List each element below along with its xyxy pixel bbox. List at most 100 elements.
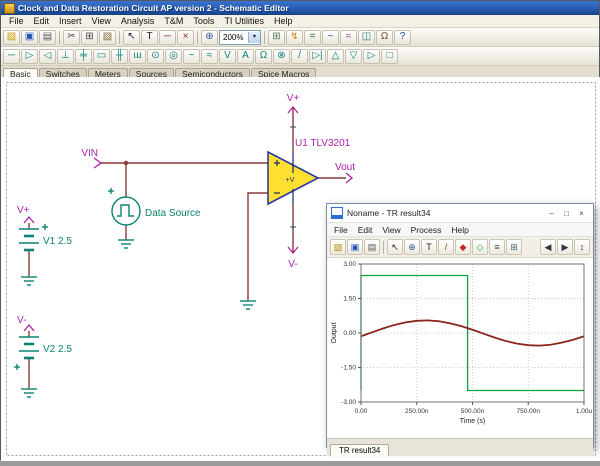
dc-analysis-icon[interactable]: = — [304, 30, 321, 45]
result-window-icon — [331, 207, 343, 219]
menu-help[interactable]: Help — [269, 16, 298, 26]
result-menu-process[interactable]: Process — [406, 225, 447, 235]
current-generator-icon[interactable]: ≈ — [201, 49, 218, 64]
menu-insert[interactable]: Insert — [54, 16, 87, 26]
grid-toggle-icon[interactable]: ⊞ — [268, 30, 285, 45]
oscilloscope-icon[interactable]: ◫ — [358, 30, 375, 45]
transient-analysis-icon[interactable]: ≈ — [340, 30, 357, 45]
ground-v2[interactable] — [21, 389, 37, 397]
text-tool-icon[interactable]: T — [141, 30, 158, 45]
zoom-level-combo[interactable]: 200%▼ — [219, 30, 261, 45]
pen-icon[interactable]: / — [438, 239, 454, 255]
resistor-icon[interactable]: ▭ — [93, 49, 110, 64]
result-tab-strip: TR result34 — [327, 438, 593, 456]
copy-icon[interactable]: ⊞ — [81, 30, 98, 45]
maximize-button[interactable]: □ — [559, 207, 574, 220]
main-toolbar: ▨▣▤✂⊞▧↖T─×⊕200%▼⊞↯=~≈◫Ω? — [1, 28, 599, 47]
menu-ti-utilities[interactable]: TI Utilities — [219, 16, 269, 26]
minimize-button[interactable]: – — [544, 207, 559, 220]
toolbar-separator — [383, 241, 384, 254]
result-window[interactable]: Noname - TR result34 –□× FileEditViewPro… — [326, 203, 594, 448]
ground-v1[interactable] — [21, 277, 37, 285]
transistor-npn-icon[interactable]: △ — [327, 49, 344, 64]
close-button[interactable]: × — [574, 207, 589, 220]
app-icon — [4, 3, 15, 14]
text-icon[interactable]: T — [421, 239, 437, 255]
vplus-rail-label: V+ — [287, 93, 300, 104]
prev-page-icon[interactable]: ◀ — [540, 239, 556, 255]
macro-icon[interactable]: □ — [381, 49, 398, 64]
lamp-icon[interactable]: ⊗ — [273, 49, 290, 64]
wires[interactable] — [29, 107, 346, 389]
legend-icon[interactable]: ≡ — [489, 239, 505, 255]
result-menu-view[interactable]: View — [377, 225, 405, 235]
title-bar[interactable]: Clock and Data Restoration Circuit AP ve… — [1, 1, 599, 15]
wire-tool-icon[interactable]: ─ — [159, 30, 176, 45]
transistor-pnp-icon[interactable]: ▽ — [345, 49, 362, 64]
print-icon[interactable]: ▤ — [364, 239, 380, 255]
vminus-rail-label: V- — [288, 259, 297, 270]
result-tab[interactable]: TR result34 — [330, 444, 389, 456]
save-file-icon[interactable]: ▣ — [21, 30, 38, 45]
menu-t-m[interactable]: T&M — [159, 16, 188, 26]
ac-analysis-icon[interactable]: ~ — [322, 30, 339, 45]
paste-icon[interactable]: ▧ — [99, 30, 116, 45]
cut-icon[interactable]: ✂ — [63, 30, 80, 45]
menu-tools[interactable]: Tools — [188, 16, 219, 26]
ground-icon[interactable]: ⊥ — [57, 49, 74, 64]
open-file-icon[interactable]: ▨ — [3, 30, 20, 45]
ground-opamp[interactable] — [240, 301, 256, 309]
save-icon[interactable]: ▣ — [347, 239, 363, 255]
chevron-down-icon[interactable]: ▼ — [248, 32, 260, 43]
current-source-icon[interactable]: ◎ — [165, 49, 182, 64]
wire-icon[interactable]: ─ — [3, 49, 20, 64]
vin-port[interactable]: VIN — [81, 148, 101, 168]
zoom-in-icon[interactable]: ⊕ — [201, 30, 218, 45]
v2-rail-label: V- — [17, 315, 26, 326]
cursor-b-icon[interactable]: ◇ — [472, 239, 488, 255]
axes-icon[interactable]: ⊞ — [506, 239, 522, 255]
vout-port[interactable]: Vout — [335, 162, 355, 183]
voltage-generator-icon[interactable]: ~ — [183, 49, 200, 64]
menu-analysis[interactable]: Analysis — [116, 16, 160, 26]
menu-edit[interactable]: Edit — [29, 16, 55, 26]
cursor-icon[interactable]: ↖ — [387, 239, 403, 255]
help-icon[interactable]: ? — [394, 30, 411, 45]
input-port-icon[interactable]: ▷ — [21, 49, 38, 64]
data-source[interactable]: Data Source — [108, 188, 201, 225]
menu-file[interactable]: File — [4, 16, 29, 26]
next-page-icon[interactable]: ▶ — [557, 239, 573, 255]
voltmeter-icon[interactable]: V — [219, 49, 236, 64]
switch-icon[interactable]: / — [291, 49, 308, 64]
select-mode-icon[interactable]: ↖ — [123, 30, 140, 45]
transient-chart: 3.001.500.00-1.50-3.000.00250.00n500.00n… — [327, 258, 593, 433]
opamp-power-label: +V — [286, 177, 295, 184]
battery-v2[interactable]: V- V2 2.5 — [14, 315, 72, 370]
interactive-mode-icon[interactable]: ↯ — [286, 30, 303, 45]
capacitor-icon[interactable]: ╫ — [111, 49, 128, 64]
inductor-icon[interactable]: ɯ — [129, 49, 146, 64]
print-icon[interactable]: ▤ — [39, 30, 56, 45]
export-icon[interactable]: ▨ — [330, 239, 346, 255]
result-menu-file[interactable]: File — [329, 225, 353, 235]
multimeter-icon[interactable]: Ω — [376, 30, 393, 45]
result-title-bar[interactable]: Noname - TR result34 –□× — [327, 204, 593, 223]
diode-icon[interactable]: ▷| — [309, 49, 326, 64]
cursor-a-icon[interactable]: ◆ — [455, 239, 471, 255]
delete-tool-icon[interactable]: × — [177, 30, 194, 45]
battery-icon[interactable]: ╪ — [75, 49, 92, 64]
battery-v1[interactable]: V+ V1 2.5 — [17, 205, 72, 250]
opamp-icon[interactable]: ▷ — [363, 49, 380, 64]
result-menu-edit[interactable]: Edit — [353, 225, 378, 235]
result-menu-help[interactable]: Help — [446, 225, 473, 235]
ammeter-icon[interactable]: A — [237, 49, 254, 64]
zoom-icon[interactable]: ⊕ — [404, 239, 420, 255]
menu-view[interactable]: View — [87, 16, 116, 26]
toolbar-separator — [264, 31, 265, 44]
ground-data-source[interactable] — [118, 240, 134, 248]
toolbar-separator — [59, 31, 60, 44]
voltage-source-icon[interactable]: ⊙ — [147, 49, 164, 64]
pan-up-down-icon[interactable]: ↕ — [574, 239, 590, 255]
ohmmeter-icon[interactable]: Ω — [255, 49, 272, 64]
output-port-icon[interactable]: ◁ — [39, 49, 56, 64]
